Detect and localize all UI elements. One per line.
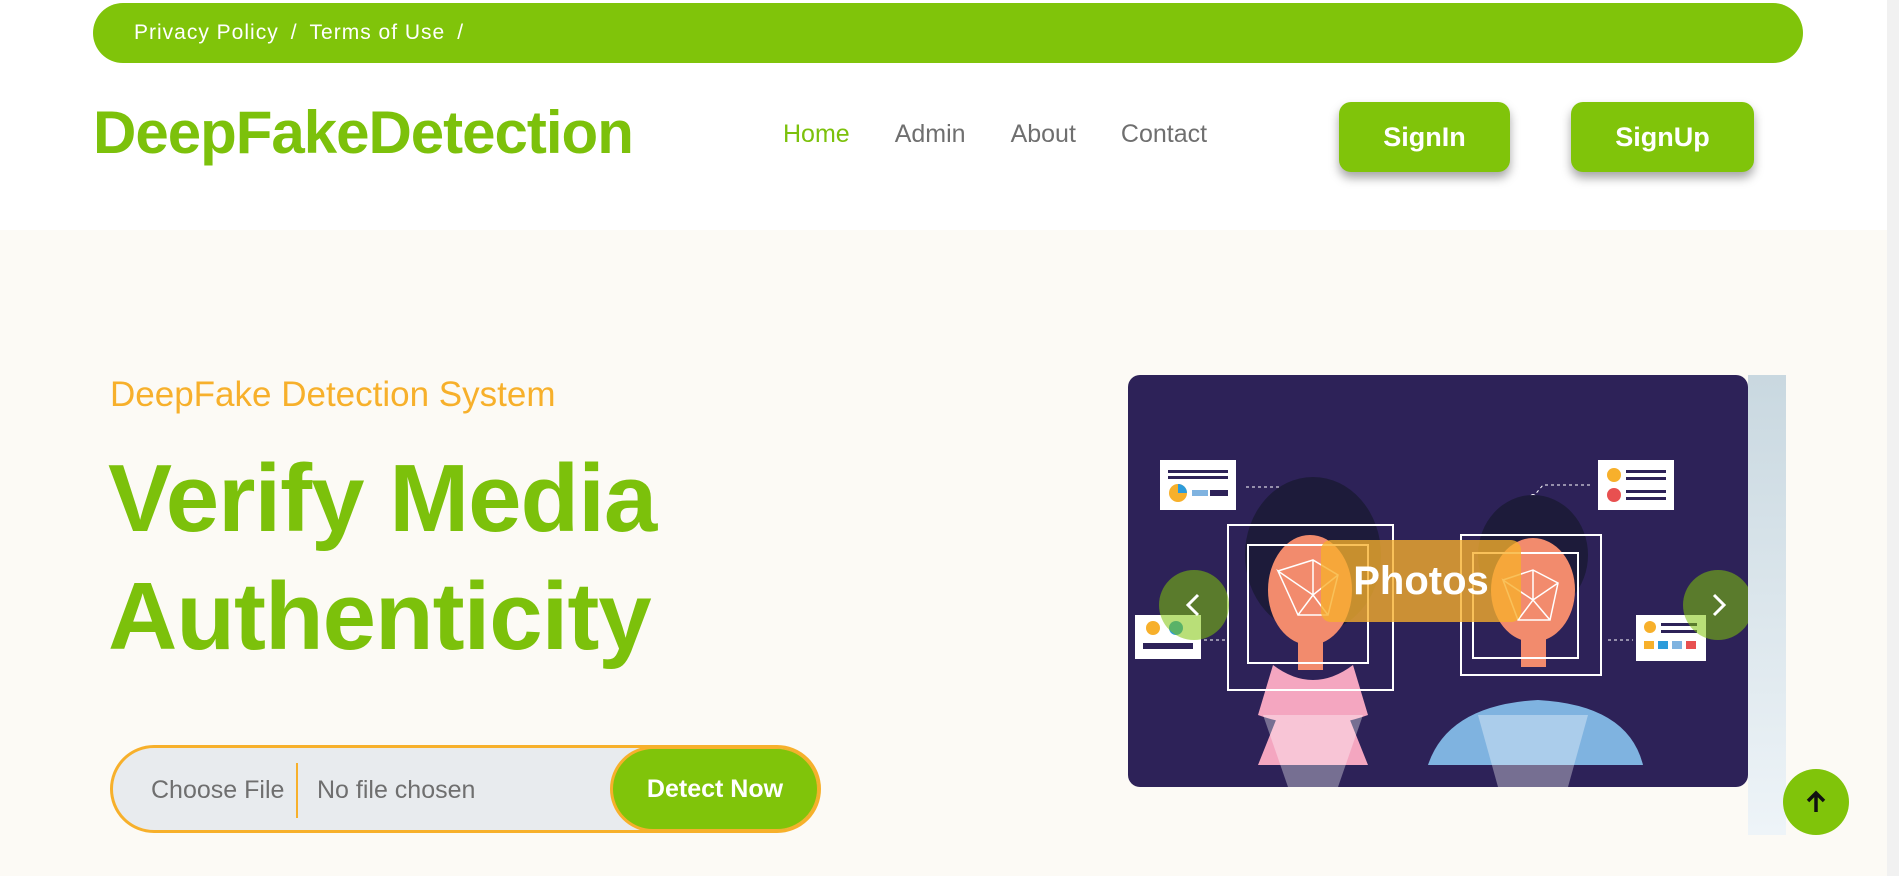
slide-caption: Photos	[1321, 540, 1521, 622]
nav-about[interactable]: About	[1011, 120, 1076, 149]
signup-button[interactable]: SignUp	[1571, 102, 1754, 172]
nav-admin[interactable]: Admin	[895, 120, 966, 149]
breadcrumb-separator: /	[290, 21, 298, 44]
breadcrumb-separator: /	[457, 21, 465, 44]
site-logo[interactable]: DeepFakeDetection	[93, 98, 634, 168]
hero-headline: Verify Media Authenticity	[108, 440, 657, 676]
divider	[296, 763, 298, 818]
signin-button[interactable]: SignIn	[1339, 102, 1510, 172]
nav-contact[interactable]: Contact	[1121, 120, 1207, 149]
carousel-prev-button[interactable]	[1159, 570, 1229, 640]
arrow-up-icon	[1806, 790, 1826, 812]
top-bar: Privacy Policy / Terms of Use /	[93, 3, 1803, 63]
headline-line-2: Authenticity	[108, 563, 652, 670]
carousel-next-slide-preview	[1748, 375, 1786, 835]
back-to-top-button[interactable]	[1783, 769, 1849, 835]
carousel-slide: Photos	[1128, 375, 1748, 787]
main-nav: Home Admin About Contact	[783, 120, 1207, 149]
hero-section: DeepFake Detection System Verify Media A…	[0, 230, 1899, 876]
upload-form: Choose File No file chosen Detect Now	[110, 745, 821, 833]
carousel-next-button[interactable]	[1683, 570, 1748, 640]
choose-file-button[interactable]: Choose File	[151, 776, 284, 805]
chevron-right-icon	[1712, 593, 1727, 617]
page-scrollbar[interactable]	[1887, 0, 1899, 876]
hero-subtitle: DeepFake Detection System	[110, 375, 556, 414]
headline-line-1: Verify Media	[108, 445, 657, 552]
chevron-left-icon	[1185, 593, 1200, 617]
file-status-text: No file chosen	[317, 776, 476, 804]
terms-of-use-link[interactable]: Terms of Use	[310, 21, 446, 45]
privacy-policy-link[interactable]: Privacy Policy	[134, 21, 279, 45]
nav-home[interactable]: Home	[783, 120, 850, 149]
detect-now-button[interactable]: Detect Now	[610, 748, 818, 830]
